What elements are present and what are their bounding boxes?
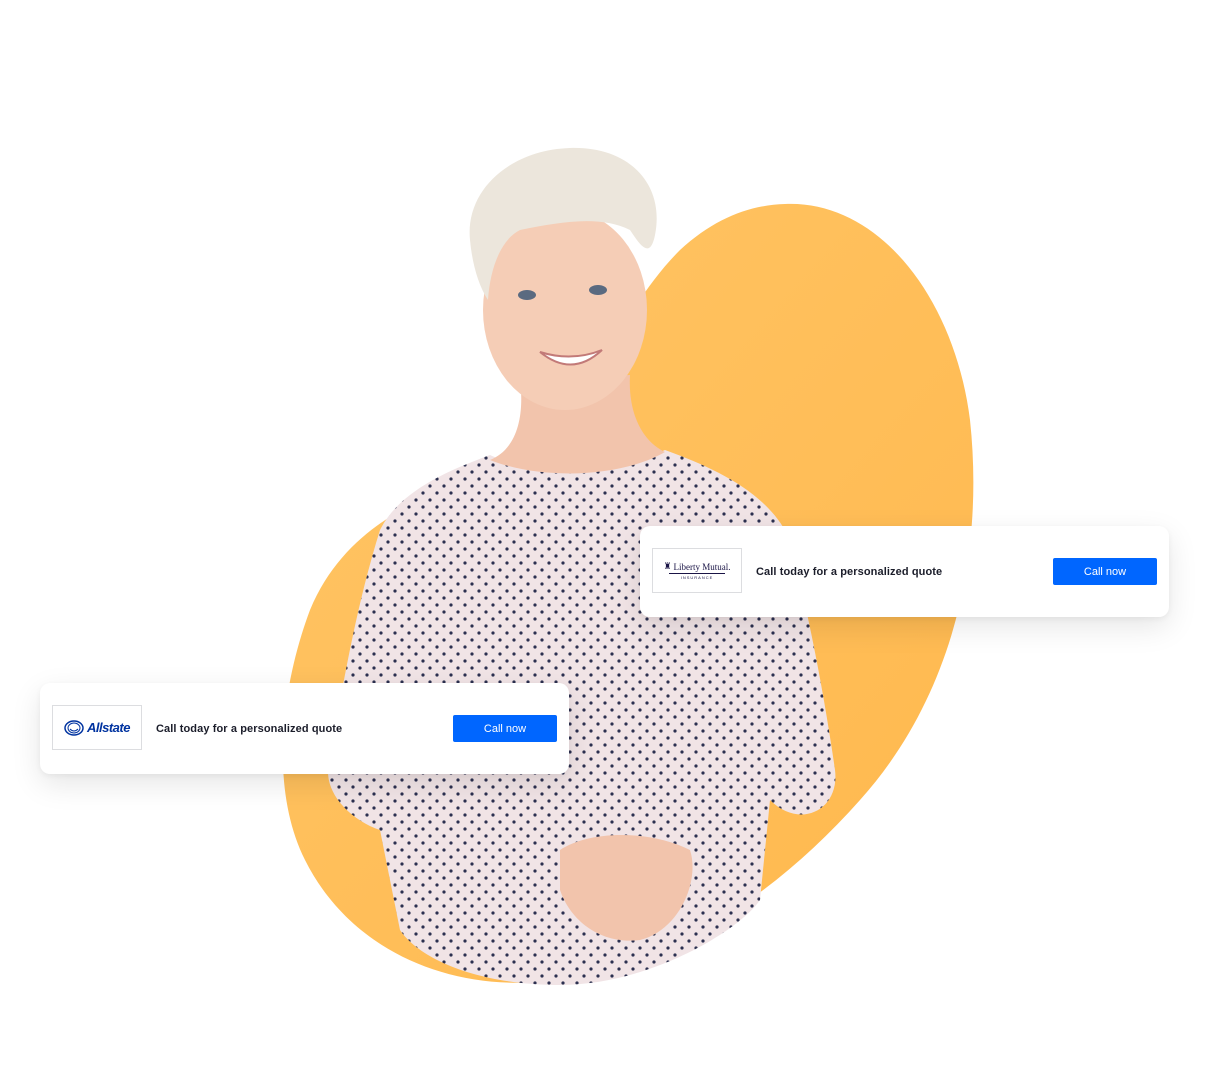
brand-name: Allstate: [87, 720, 130, 735]
statue-of-liberty-icon: ♜: [663, 561, 672, 571]
card-message: Call today for a personalized quote: [756, 565, 943, 578]
liberty-mutual-logo: ♜ Liberty Mutual. INSURANCE: [652, 548, 742, 593]
quote-card-allstate: Allstate Call today for a personalized q…: [40, 683, 569, 774]
call-now-button[interactable]: Call now: [453, 715, 557, 742]
quote-card-liberty-mutual: ♜ Liberty Mutual. INSURANCE Call today f…: [640, 526, 1169, 617]
brand-name: Liberty Mutual.: [673, 561, 731, 572]
allstate-logo: Allstate: [52, 705, 142, 750]
call-now-button[interactable]: Call now: [1053, 558, 1157, 585]
card-message: Call today for a personalized quote: [156, 722, 343, 735]
allstate-hands-icon: [64, 719, 84, 736]
brand-sub: INSURANCE: [680, 575, 714, 580]
